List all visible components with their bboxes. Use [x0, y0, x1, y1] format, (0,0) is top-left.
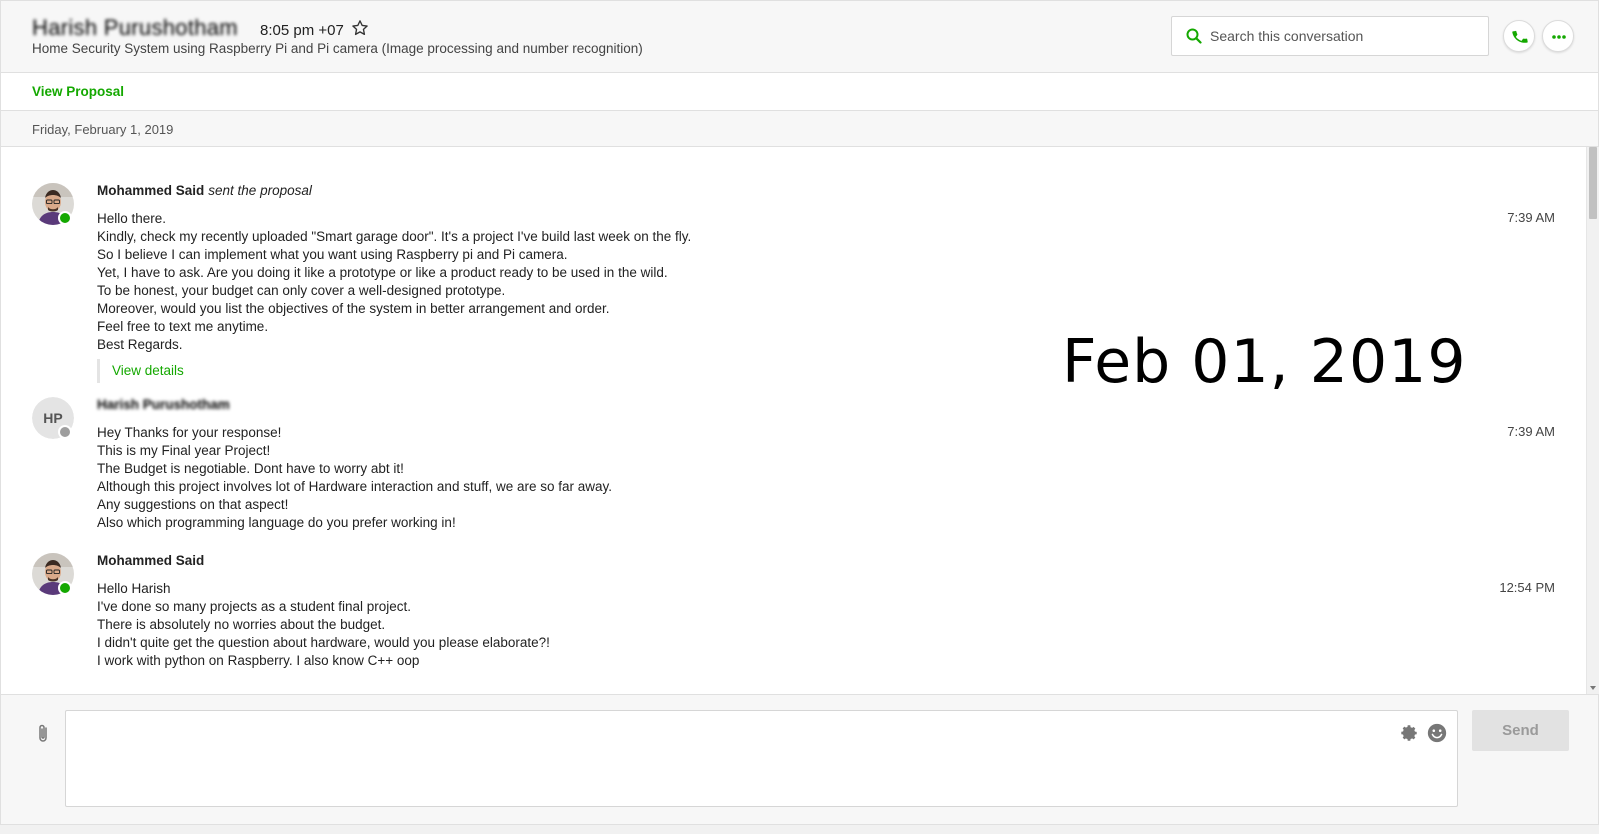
message-line: The Budget is negotiable. Dont have to w… — [97, 461, 404, 476]
star-icon[interactable] — [351, 19, 369, 37]
message-line: This is my Final year Project! — [97, 443, 271, 458]
messaging-app: Harish Purushotham 8:05 pm +07 Home Secu… — [0, 0, 1599, 834]
view-details-link[interactable]: View details — [97, 359, 184, 383]
message-line: So I believe I can implement what you wa… — [97, 247, 568, 262]
message-input[interactable] — [76, 719, 1356, 799]
message-body: Hello there. Kindly, check my recently u… — [97, 210, 691, 354]
message-line: Kindly, check my recently uploaded "Smar… — [97, 229, 692, 244]
message-time: 12:54 PM — [1499, 580, 1555, 595]
composer-box[interactable] — [65, 710, 1458, 807]
contact-local-time: 8:05 pm +07 — [260, 22, 344, 39]
date-label: Friday, February 1, 2019 — [32, 122, 174, 137]
date-divider: Friday, February 1, 2019 — [0, 111, 1599, 147]
conversation-header: Harish Purushotham 8:05 pm +07 Home Secu… — [0, 0, 1599, 73]
sender-name[interactable]: Mohammed Said — [97, 183, 204, 198]
contact-name[interactable]: Harish Purushotham — [32, 15, 238, 41]
message-line: Hey Thanks for your response! — [97, 425, 282, 440]
message-scrollbar[interactable] — [1586, 147, 1599, 694]
message-line: Best Regards. — [97, 337, 183, 352]
message-line: Hello Harish — [97, 581, 171, 596]
message-line: Yet, I have to ask. Are you doing it lik… — [97, 265, 668, 280]
paperclip-icon[interactable] — [35, 723, 51, 745]
message-time: 7:39 AM — [1507, 210, 1555, 225]
phone-icon — [1512, 30, 1528, 43]
search-input[interactable] — [1210, 26, 1480, 46]
message-line: Although this project involves lot of Ha… — [97, 479, 613, 494]
search-box[interactable] — [1171, 16, 1489, 56]
message-line: Hello there. — [97, 211, 167, 226]
message-sender: Harish Purushotham — [97, 397, 230, 412]
message-line: Feel free to text me anytime. — [97, 319, 269, 334]
message-line: Any suggestions on that aspect! — [97, 497, 289, 512]
send-button[interactable]: Send — [1472, 710, 1569, 751]
message-sender: Mohammed Said sent the proposal — [97, 183, 312, 198]
more-icon — [1552, 35, 1566, 39]
search-icon — [1186, 28, 1202, 44]
message-line: I work with python on Raspberry. I also … — [97, 653, 420, 668]
offline-status-indicator — [58, 425, 72, 439]
view-proposal-link[interactable]: View Proposal — [32, 84, 124, 99]
smiley-icon[interactable] — [1426, 722, 1448, 744]
message-composer: Send — [0, 694, 1599, 825]
date-overlay: Feb 01, 2019 — [1062, 327, 1467, 397]
online-status-indicator — [58, 581, 72, 595]
job-title[interactable]: Home Security System using Raspberry Pi … — [32, 41, 643, 56]
online-status-indicator — [58, 211, 72, 225]
message-body: Hello Harish I've done so many projects … — [97, 580, 550, 670]
sender-action: sent the proposal — [208, 183, 312, 198]
message-line: Also which programming language do you p… — [97, 515, 456, 530]
message-sender: Mohammed Said — [97, 553, 204, 568]
call-button[interactable] — [1503, 20, 1535, 52]
scrollbar-thumb[interactable] — [1589, 147, 1597, 219]
scroll-down-arrow-icon[interactable] — [1590, 686, 1596, 690]
message-line: There is absolutely no worries about the… — [97, 617, 386, 632]
proposal-bar: View Proposal — [0, 73, 1599, 111]
message-body: Hey Thanks for your response! This is my… — [97, 424, 612, 532]
message-line: To be honest, your budget can only cover… — [97, 283, 506, 298]
sender-name[interactable]: Mohammed Said — [97, 553, 204, 568]
message-line: Moreover, would you list the objectives … — [97, 301, 610, 316]
sender-name[interactable]: Harish Purushotham — [97, 397, 230, 412]
message-list[interactable]: Mohammed Said sent the proposal 7:39 AM H… — [0, 147, 1599, 694]
message-time: 7:39 AM — [1507, 424, 1555, 439]
more-options-button[interactable] — [1542, 20, 1574, 52]
message-line: I didn't quite get the question about ha… — [97, 635, 550, 650]
message-line: I've done so many projects as a student … — [97, 599, 412, 614]
gear-icon[interactable] — [1398, 722, 1420, 744]
